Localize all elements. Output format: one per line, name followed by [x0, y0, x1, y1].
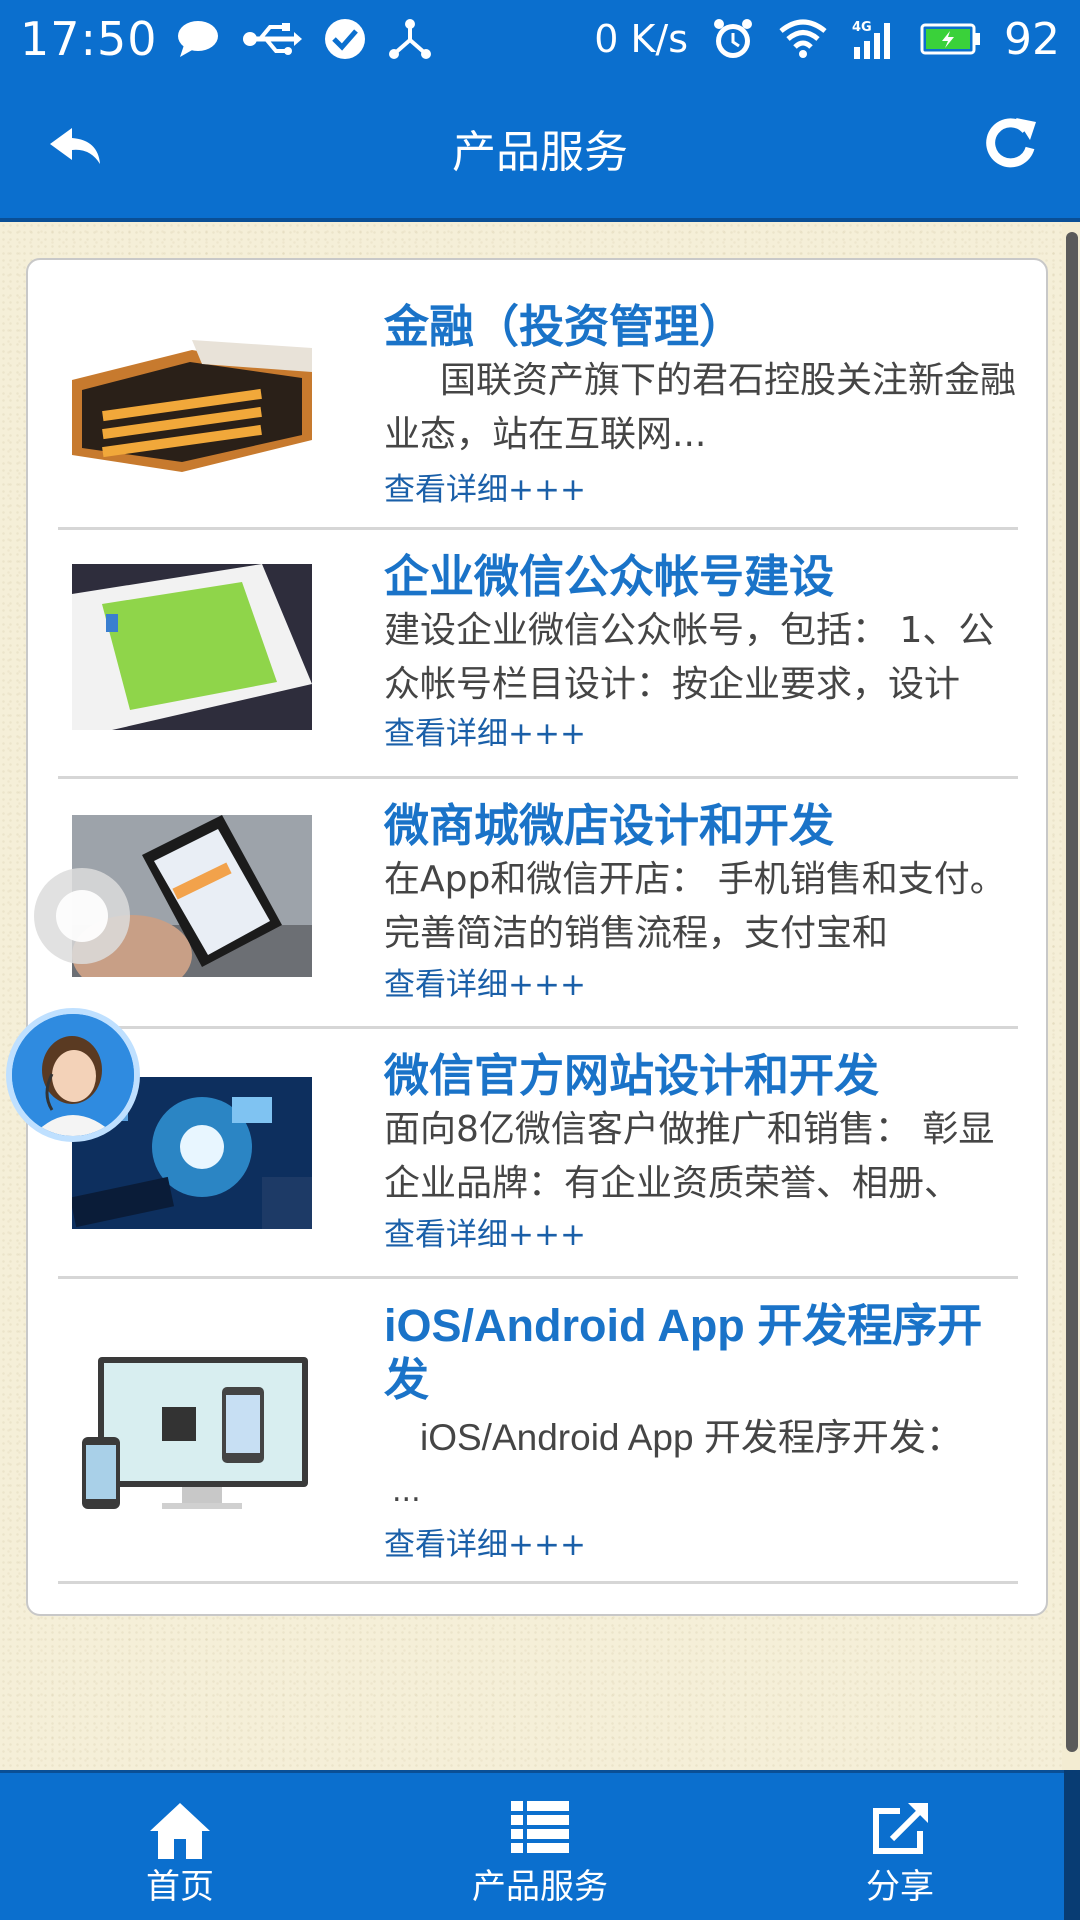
product-title[interactable]: 企业微信公众帐号建设 [384, 550, 1024, 604]
share-icon [873, 1803, 928, 1854]
product-description: 在App和微信开店： 手机销售和支付。完善简洁的销售流程，支付宝和 [384, 859, 1006, 953]
alarm-icon [714, 19, 752, 58]
view-details-link[interactable]: 查看详细+++ [384, 1519, 586, 1564]
scrollbar[interactable] [1066, 232, 1078, 1752]
list-item[interactable]: 微商城微店设计和开发 在App和微信开店： 手机销售和支付。完善简洁的销售流程，… [58, 779, 1018, 1029]
list-item[interactable]: 企业微信公众帐号建设 建设企业微信公众帐号，包括： 1、公众帐号栏目设计：按企业… [58, 530, 1018, 779]
product-thumbnail[interactable] [72, 564, 312, 730]
status-left-icons [176, 18, 454, 60]
view-details-link[interactable]: 查看详细+++ [384, 708, 586, 753]
status-right-icons: 0 K/s 4G 92 [594, 14, 1060, 65]
product-title[interactable]: 金融（投资管理） [384, 300, 1024, 354]
nav-home[interactable]: 首页 [0, 1773, 360, 1920]
product-title[interactable]: 微信官方网站设计和开发 [384, 1049, 1024, 1103]
view-details-link[interactable]: 查看详细+++ [384, 464, 586, 509]
avatar-icon [12, 1014, 134, 1136]
list-item[interactable]: 微信官方网站设计和开发 面向8亿微信客户做推广和销售： 彰显企业品牌：有企业资质… [58, 1029, 1018, 1279]
nav-home-label: 首页 [146, 1867, 214, 1907]
product-thumbnail[interactable] [72, 340, 312, 472]
product-description: 建设企业微信公众帐号，包括： 1、公众帐号栏目设计：按企业要求，设计 [384, 610, 995, 704]
wifi-icon [779, 19, 827, 58]
content-area[interactable]: 金融（投资管理） 国联资产旗下的君石控股关注新金融业态，站在互联网... 查看详… [0, 222, 1062, 1770]
svg-text:4G: 4G [852, 20, 872, 35]
app-header: 产品服务 [0, 78, 1080, 222]
product-list: 金融（投资管理） 国联资产旗下的君石控股关注新金融业态，站在互联网... 查看详… [26, 258, 1048, 1616]
bottom-nav: 首页 产品服务 分享 [0, 1770, 1080, 1920]
usb-icon [242, 23, 302, 55]
product-description: iOS/Android App 开发程序开发： [420, 1417, 963, 1458]
battery-level: 92 [1004, 13, 1060, 65]
status-bar: 17:50 0 K/s 4G 92 [0, 0, 1080, 78]
network-speed: 0 K/s [594, 17, 688, 61]
product-description: 国联资产旗下的君石控股关注新金融业态，站在互联网... [384, 360, 1017, 455]
list-icon [511, 1801, 569, 1853]
list-item[interactable]: iOS/Android App 开发程序开发 iOS/Android App 开… [58, 1279, 1018, 1584]
check-circle-icon [324, 19, 365, 59]
product-title[interactable]: 微商城微店设计和开发 [384, 799, 1024, 853]
view-details-link[interactable]: 查看详细+++ [384, 959, 586, 1004]
product-thumbnail[interactable] [72, 1327, 312, 1527]
customer-service-avatar[interactable] [6, 1008, 140, 1142]
page-title: 产品服务 [452, 127, 628, 178]
floating-assist-dot [56, 890, 108, 942]
floating-assist-button[interactable] [34, 868, 130, 964]
signal-4g-icon: 4G [852, 20, 890, 59]
product-description: 面向8亿微信客户做推广和销售： 彰显企业品牌：有企业资质荣誉、相册、 [384, 1109, 995, 1203]
nav-share[interactable]: 分享 [720, 1773, 1080, 1920]
status-time: 17:50 [20, 12, 158, 66]
refresh-icon[interactable] [980, 112, 1040, 172]
chat-bubble-icon [177, 21, 218, 57]
nav-edge [1064, 1770, 1080, 1920]
product-description-ellipsis: ... [392, 1474, 421, 1509]
nav-share-label: 分享 [866, 1867, 934, 1907]
share-node-icon [388, 19, 431, 59]
battery-icon [920, 23, 980, 55]
home-icon [150, 1803, 210, 1859]
product-title[interactable]: iOS/Android App 开发程序开发 [384, 1299, 1024, 1407]
nav-products[interactable]: 产品服务 [360, 1773, 720, 1920]
nav-products-label: 产品服务 [472, 1867, 608, 1907]
list-item[interactable]: 金融（投资管理） 国联资产旗下的君石控股关注新金融业态，站在互联网... 查看详… [58, 260, 1018, 530]
view-details-link[interactable]: 查看详细+++ [384, 1209, 586, 1254]
